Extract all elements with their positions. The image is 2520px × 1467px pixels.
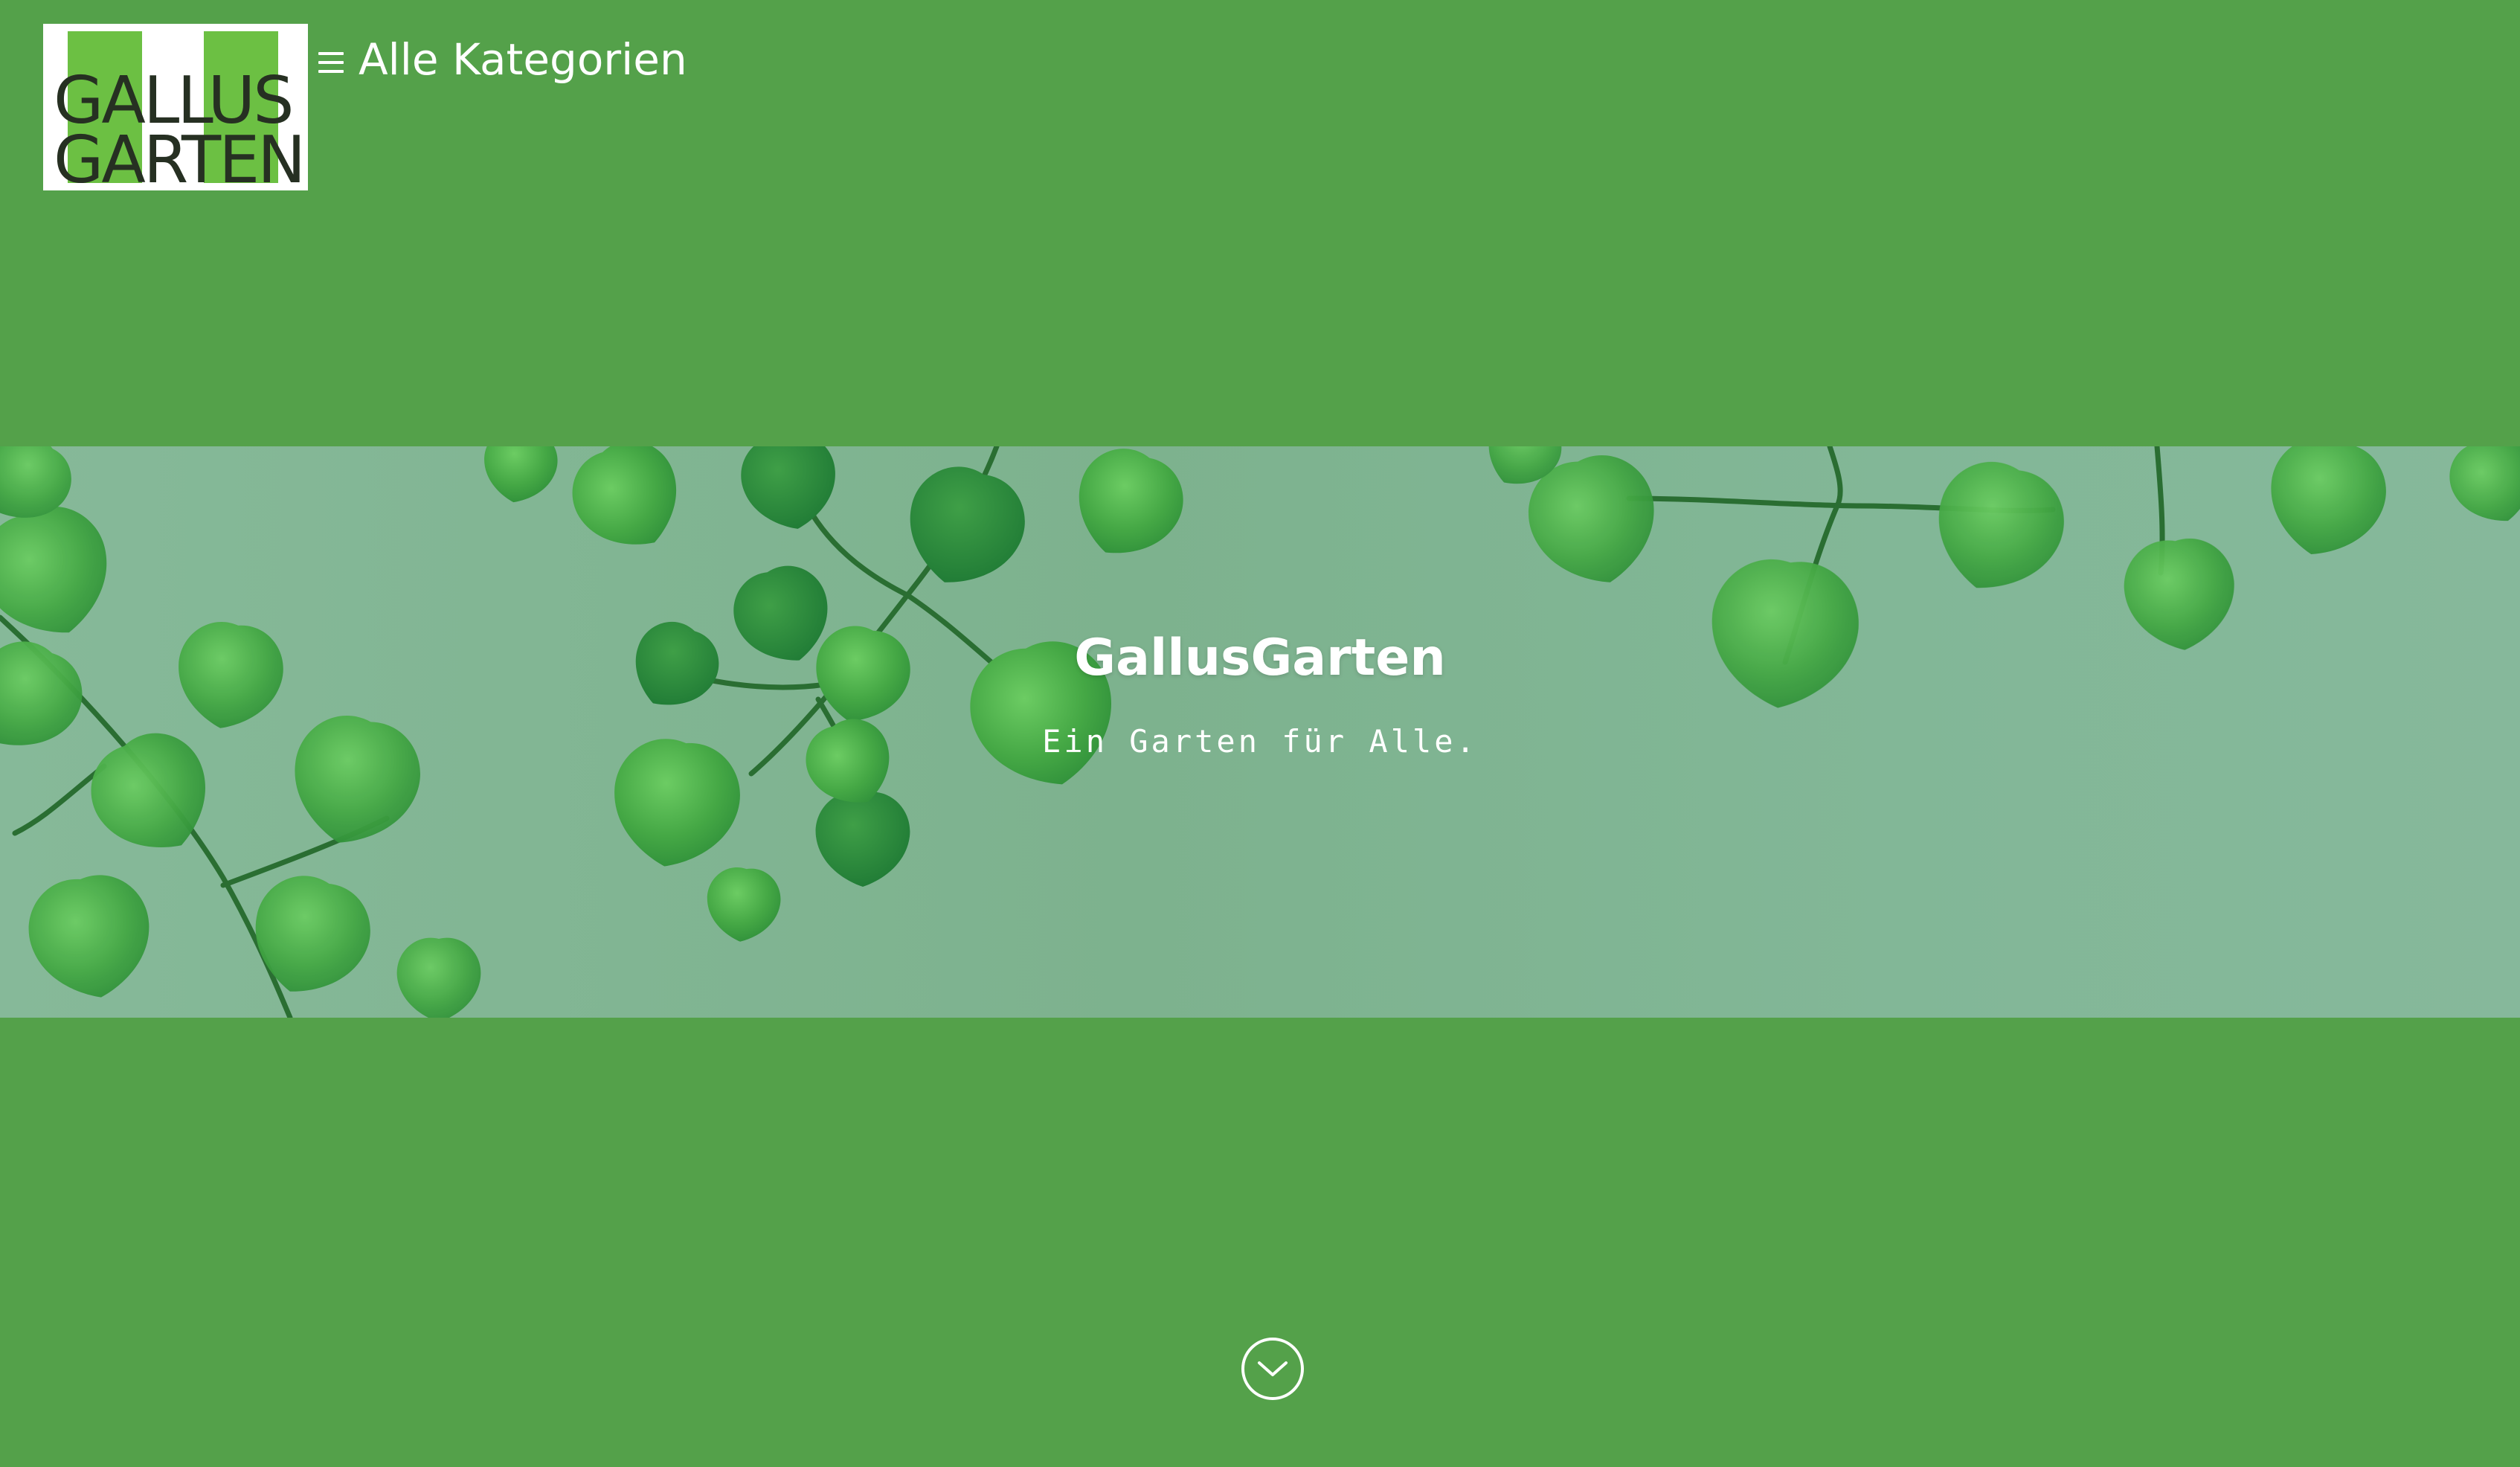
chevron-down-icon [1258,1361,1288,1376]
hero-subtitle: Ein Garten für Alle. [1042,723,1478,760]
hamburger-icon [318,52,344,73]
logo-line-2: GARTEN [54,122,306,191]
all-categories-label: Alle Kategorien [359,34,687,85]
hero-title: GallusGarten [1074,629,1446,687]
hero-banner: GallusGarten Ein Garten für Alle. [0,446,2520,1018]
all-categories-menu[interactable]: Alle Kategorien [318,30,687,89]
site-logo[interactable]: GALLUS GARTEN [43,24,308,190]
scroll-down-button[interactable] [1241,1338,1304,1400]
